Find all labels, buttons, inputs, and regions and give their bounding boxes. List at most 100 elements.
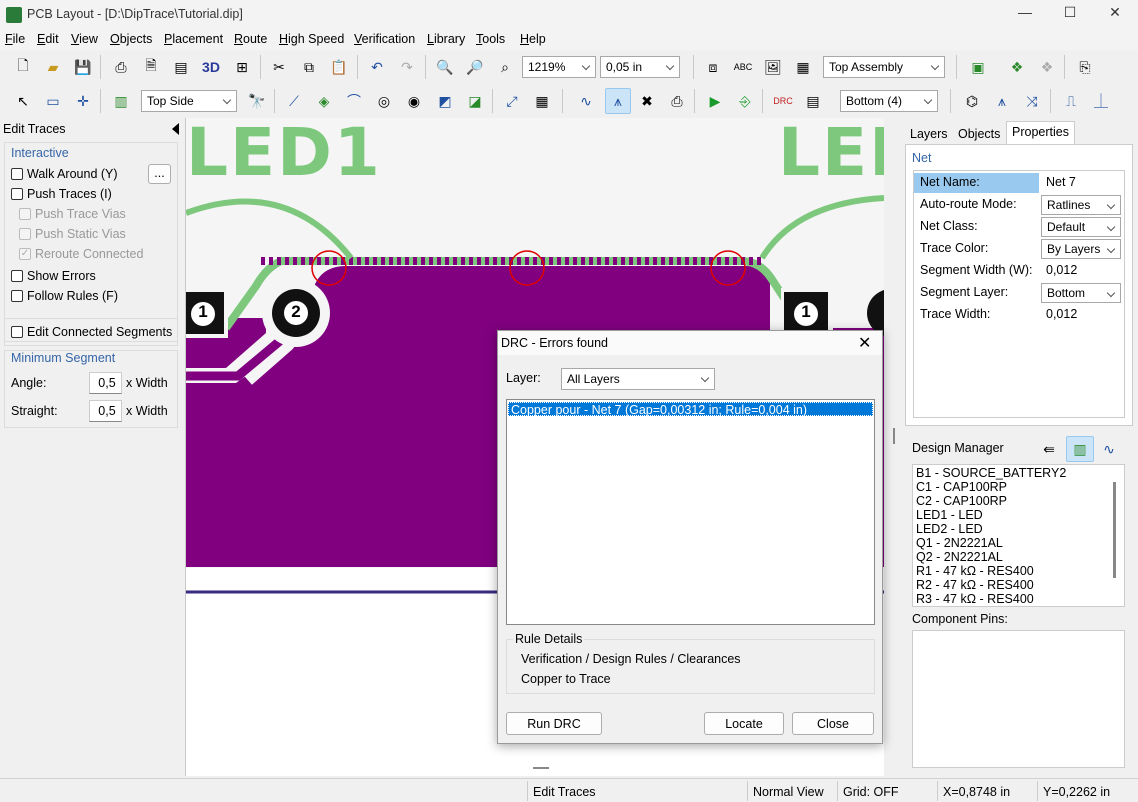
select-area-icon[interactable]: ▭: [42, 90, 64, 112]
menu-library[interactable]: Library: [427, 32, 465, 46]
drc-icon[interactable]: DRC: [772, 90, 794, 112]
component-icon[interactable]: ▥: [110, 90, 132, 112]
menu-high-speed[interactable]: High Speed: [279, 32, 344, 46]
component-pins-list[interactable]: [912, 630, 1125, 768]
length-match-icon[interactable]: ⌬: [961, 90, 983, 112]
image-icon[interactable]: 🖼: [762, 56, 784, 78]
properties-icon[interactable]: ⎘: [1074, 56, 1096, 78]
drc-setup-icon[interactable]: ▤: [802, 90, 824, 112]
edit-connected-checkbox[interactable]: [11, 326, 23, 338]
component-group-icon[interactable]: ❖: [1006, 56, 1028, 78]
prop-net-name[interactable]: Net Name: Net 7: [913, 172, 1124, 194]
list-item[interactable]: LED2 - LED: [916, 522, 983, 536]
walk-around-checkbox[interactable]: [11, 168, 23, 180]
list-item[interactable]: R2 - 47 kΩ - RES400: [916, 578, 1034, 592]
split-icon[interactable]: ⤨: [1021, 90, 1043, 112]
panelize-icon[interactable]: ⊞: [231, 56, 253, 78]
tab-layers[interactable]: Layers: [905, 124, 953, 144]
prop-trace-color[interactable]: Trace Color: By Layers: [913, 238, 1124, 260]
layer-select[interactable]: Bottom (4): [840, 90, 938, 112]
qr-code-icon[interactable]: ▦: [792, 56, 814, 78]
list-item[interactable]: B1 - SOURCE_BATTERY2: [916, 466, 1066, 480]
redo-icon[interactable]: ↷: [396, 56, 418, 78]
zoom-fit-icon[interactable]: ⌕: [494, 56, 516, 78]
via-icon[interactable]: ◈: [313, 90, 335, 112]
tab-objects[interactable]: Objects: [953, 124, 1005, 144]
list-item[interactable]: R3 - 47 kΩ - RES400: [916, 592, 1034, 606]
assembly-select[interactable]: Top Assembly: [823, 56, 945, 78]
zoom-out-icon[interactable]: 🔎: [464, 56, 486, 78]
route-setup-icon[interactable]: ⎙: [666, 90, 688, 112]
pulse-alt-icon[interactable]: ⏊: [1090, 90, 1112, 112]
push-traces-checkbox[interactable]: [11, 188, 23, 200]
menu-placement[interactable]: Placement: [164, 32, 223, 46]
vertical-splitter-handle[interactable]: [893, 428, 895, 444]
menu-tools[interactable]: Tools: [476, 32, 505, 46]
zoom-select[interactable]: 1219%: [522, 56, 596, 78]
dialog-close-icon[interactable]: ✕: [858, 333, 871, 353]
pointer-icon[interactable]: ↖: [12, 90, 34, 112]
diff-pair-icon[interactable]: ⩚: [991, 90, 1013, 112]
unroute-icon[interactable]: ✖: [636, 90, 658, 112]
copper-pour-icon[interactable]: ◩: [434, 90, 456, 112]
menu-edit[interactable]: Edit: [37, 32, 59, 46]
report-icon[interactable]: ▤: [170, 56, 192, 78]
menu-route[interactable]: Route: [234, 32, 267, 46]
vertical-scrollbar[interactable]: [884, 118, 905, 776]
place-component-icon[interactable]: ⧈: [702, 56, 724, 78]
print-preview-icon[interactable]: 🗎: [140, 56, 162, 78]
list-item[interactable]: LED1 - LED: [916, 508, 983, 522]
table-icon[interactable]: ▦: [531, 90, 553, 112]
crosshair-icon[interactable]: ✛: [72, 90, 94, 112]
menu-verification[interactable]: Verification: [354, 32, 415, 46]
new-file-icon[interactable]: 🗋: [12, 56, 34, 78]
error-list-item[interactable]: Copper pour - Net 7 (Gap=0,00312 in; Rul…: [508, 402, 873, 417]
prop-trace-width[interactable]: Trace Width: 0,012: [913, 304, 1124, 326]
board-icon[interactable]: ▣: [967, 56, 989, 78]
copy-icon[interactable]: ⧉: [298, 56, 320, 78]
tab-properties[interactable]: Properties: [1006, 121, 1075, 145]
pad-icon[interactable]: ◎: [373, 90, 395, 112]
menu-help[interactable]: Help: [520, 32, 546, 46]
list-item[interactable]: Q1 - 2N2221AL: [916, 536, 1003, 550]
3d-view-icon[interactable]: 3D: [200, 56, 222, 78]
menu-file[interactable]: File: [5, 32, 25, 46]
angle-input[interactable]: [89, 372, 122, 394]
minimize-icon[interactable]: —: [1014, 4, 1036, 24]
error-list[interactable]: [506, 399, 875, 625]
find-icon[interactable]: 🔭: [246, 90, 268, 112]
side-select[interactable]: Top Side: [141, 90, 237, 112]
collapse-panel-icon[interactable]: [172, 123, 179, 135]
open-folder-icon[interactable]: ▰: [42, 56, 64, 78]
straight-input[interactable]: [89, 400, 122, 422]
edit-traces-icon[interactable]: ∿: [575, 90, 597, 112]
prop-auto-route-mode[interactable]: Auto-route Mode: Ratlines: [913, 194, 1124, 216]
locate-button[interactable]: Locate: [704, 712, 784, 735]
print-icon[interactable]: ⎙: [110, 56, 132, 78]
list-item[interactable]: C1 - CAP100RP: [916, 480, 1007, 494]
undo-icon[interactable]: ↶: [366, 56, 388, 78]
list-item[interactable]: Q2 - 2N2221AL: [916, 550, 1003, 564]
move-segment-icon[interactable]: ⩚: [605, 88, 631, 114]
run-drc-button[interactable]: Run DRC: [506, 712, 602, 735]
layer-filter-select[interactable]: All Layers: [561, 368, 715, 390]
dm-scrollbar-thumb[interactable]: [1113, 482, 1116, 578]
dimension-icon[interactable]: ⤢: [501, 90, 523, 112]
arc-icon[interactable]: ⌒: [343, 90, 365, 112]
hole-icon[interactable]: ◉: [403, 90, 425, 112]
pulse-icon[interactable]: ⎍: [1060, 90, 1082, 112]
save-icon[interactable]: 💾: [72, 56, 94, 78]
list-item[interactable]: C2 - CAP100RP: [916, 494, 1007, 508]
component-group-disabled-icon[interactable]: ❖: [1036, 56, 1058, 78]
text-icon[interactable]: ABC: [732, 56, 754, 78]
autoroute-setup-icon[interactable]: ⎆: [734, 90, 756, 112]
prop-segment-layer[interactable]: Segment Layer: Bottom: [913, 282, 1124, 304]
prop-segment-width[interactable]: Segment Width (W): 0,012: [913, 260, 1124, 282]
horizontal-scroll-handle[interactable]: [533, 767, 549, 769]
run-autoroute-icon[interactable]: ▶: [704, 90, 726, 112]
close-icon[interactable]: ✕: [1104, 4, 1126, 24]
zoom-in-icon[interactable]: 🔍: [434, 56, 456, 78]
dm-nets-icon[interactable]: ∿: [1098, 438, 1120, 460]
close-button[interactable]: Close: [792, 712, 874, 735]
maximize-icon[interactable]: ☐: [1059, 4, 1081, 24]
